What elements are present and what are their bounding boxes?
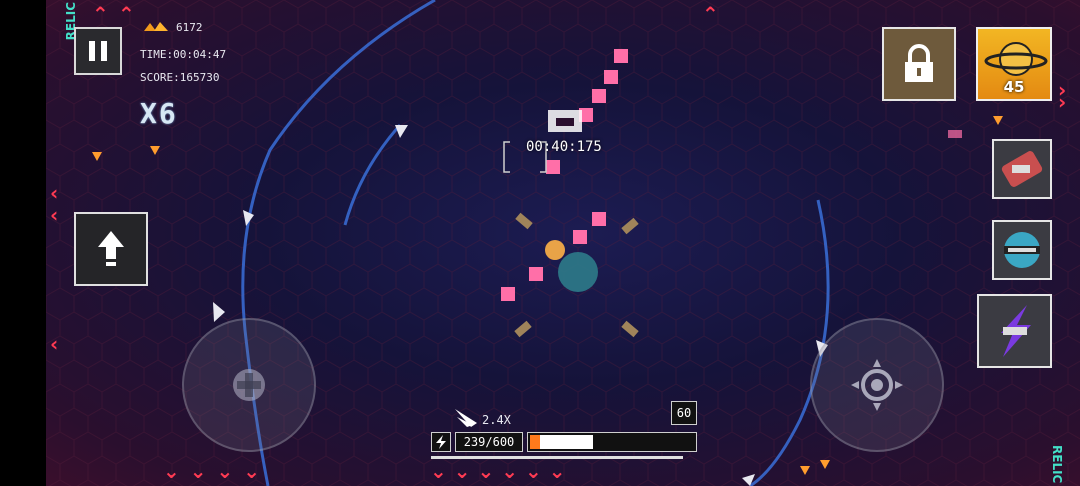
- lock-icon: [905, 44, 933, 82]
- aim-joystick[interactable]: [810, 318, 944, 452]
- dpad-icon: [233, 369, 265, 401]
- edge-arrow-left: ‹: [50, 332, 59, 356]
- pause-button[interactable]: [74, 27, 122, 75]
- gem-count: 6172: [176, 21, 203, 34]
- lock-button[interactable]: [882, 27, 956, 101]
- edge-arrow-up: ⌃: [118, 2, 135, 26]
- boss-timer: 00:40:175: [526, 139, 602, 155]
- speed-multiplier: 2.4X: [482, 413, 511, 427]
- speed-icon: [455, 409, 477, 427]
- planet-relic-icon: [984, 42, 1048, 76]
- charge-counter: 60: [671, 401, 697, 425]
- player-ship: [558, 252, 598, 292]
- move-joystick[interactable]: [182, 318, 316, 452]
- edge-arrows-down: ⌄⌄⌄⌄: [163, 459, 271, 483]
- boss-enemy: [548, 110, 582, 132]
- edge-arrow-left: ‹: [50, 181, 59, 205]
- edge-arrow-left: ‹: [50, 203, 59, 227]
- score-multiplier: X6: [140, 97, 178, 130]
- blaster-weapon-icon: [1004, 232, 1040, 268]
- time-display: TIME:00:04:47: [140, 48, 227, 61]
- edge-arrow-right: ›: [1058, 90, 1067, 114]
- edge-arrow-up: ⌃: [702, 2, 719, 26]
- lightning-icon: [436, 435, 446, 449]
- relic-count: 45: [1003, 78, 1025, 96]
- gem-icon: [144, 22, 168, 31]
- relic-indicator-side: RELIC: [1050, 445, 1064, 484]
- energy-bar: [527, 432, 697, 452]
- relic-slot[interactable]: 45: [976, 27, 1052, 101]
- edge-arrow-up: ⌃: [92, 2, 109, 26]
- weapon-slot-3[interactable]: [977, 294, 1052, 368]
- edge-arrows-down: ⌄⌄⌄⌄⌄⌄: [430, 459, 573, 483]
- energy-icon-box: [431, 432, 451, 452]
- progress-line: [431, 456, 683, 459]
- score-display: SCORE:165730: [140, 71, 220, 84]
- weapon-slot-1[interactable]: [992, 139, 1052, 199]
- ammo-display: 239/600: [455, 432, 523, 452]
- lightning-weapon-icon: [1000, 305, 1031, 357]
- weapon-slot-2[interactable]: [992, 220, 1052, 280]
- cannon-weapon-icon: [1001, 151, 1043, 187]
- pause-icon: [89, 41, 95, 61]
- energy-fill-tip: [530, 435, 540, 449]
- boost-button[interactable]: [74, 212, 148, 286]
- crosshair-icon: [851, 359, 903, 411]
- arrow-up-icon: [98, 231, 124, 266]
